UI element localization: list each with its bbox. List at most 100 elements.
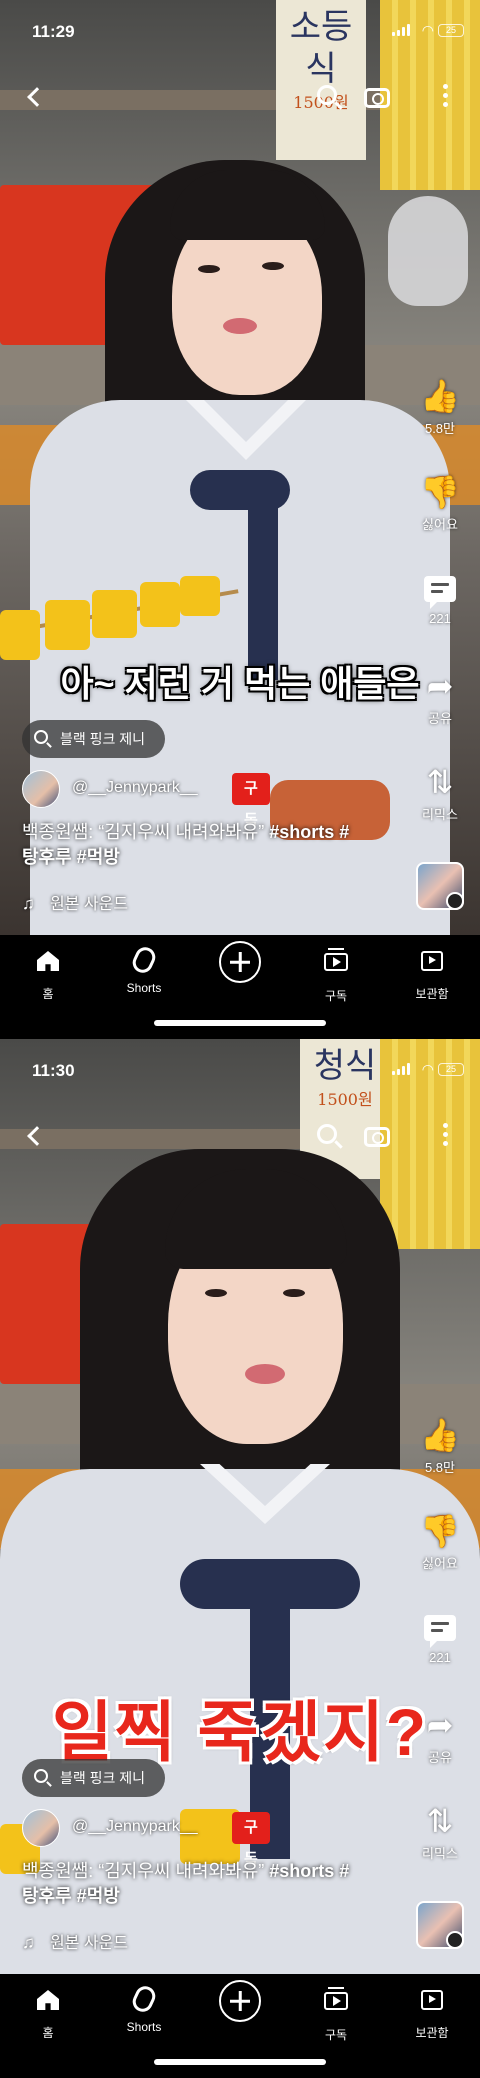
person-eye-left	[198, 265, 220, 273]
nav-create[interactable]	[192, 941, 288, 983]
shorts-screen-1: 소등식 1500원 11:29 ◠ 25 아~ 저런 거 먹는 애들은 👍 5.…	[0, 0, 480, 1039]
bottom-nav: 홈 Shorts 구독 보관함	[0, 935, 480, 1039]
dislike-label: 싫어요	[422, 1556, 458, 1571]
back-button[interactable]	[20, 82, 50, 112]
comment-button[interactable]: 221	[400, 570, 480, 626]
person-bangs	[170, 170, 325, 240]
dislike-icon: 👎	[420, 1513, 460, 1549]
channel-avatar[interactable]	[22, 1809, 60, 1847]
sound-thumbnail[interactable]	[416, 862, 464, 910]
search-suggestion-text: 블랙 핑크 제니	[60, 1770, 146, 1786]
share-label: 공유	[428, 711, 452, 726]
search-icon	[34, 1769, 48, 1783]
home-indicator	[154, 1020, 326, 1026]
dislike-label: 싫어요	[422, 517, 458, 532]
comment-button[interactable]: 221	[400, 1609, 480, 1665]
camera-button[interactable]	[364, 82, 394, 112]
sound-thumbnail[interactable]	[416, 1901, 464, 1949]
battery-icon: 25	[438, 24, 464, 37]
search-button[interactable]	[314, 1121, 344, 1151]
share-button[interactable]: ➦ 공유	[400, 1707, 480, 1766]
search-icon	[34, 730, 48, 744]
nav-library[interactable]: 보관함	[384, 945, 480, 1002]
comment-count: 221	[429, 1650, 451, 1665]
dislike-icon: 👎	[420, 474, 460, 510]
status-bar: 11:29 ◠ 25	[0, 0, 480, 41]
camera-icon	[364, 1127, 390, 1147]
video-title[interactable]: 백종원쌤: “김지우씨 내려와봐유” #shorts # 탕후루 #먹방	[22, 820, 402, 870]
comment-icon	[424, 1615, 456, 1648]
nav-home[interactable]: 홈	[0, 1984, 96, 2041]
background-bear-toy	[388, 196, 468, 306]
music-note-icon: ♫	[22, 894, 35, 913]
channel-name[interactable]: @__Jennypark__	[72, 1818, 198, 1836]
channel-avatar[interactable]	[22, 770, 60, 808]
share-icon: ➦	[426, 1707, 454, 1743]
remix-button[interactable]: ⇅ 리믹스	[400, 764, 480, 823]
tanghulu-fruit	[180, 576, 220, 616]
create-icon	[219, 941, 261, 983]
library-icon	[421, 1990, 443, 2010]
search-icon	[317, 85, 337, 105]
more-button[interactable]	[430, 1121, 460, 1151]
person-bow-tail	[248, 500, 278, 680]
share-label: 공유	[428, 1750, 452, 1765]
home-icon	[37, 1990, 59, 2010]
search-suggestion-pill[interactable]: 블랙 핑크 제니	[22, 1759, 166, 1797]
nav-library[interactable]: 보관함	[384, 1984, 480, 2041]
camera-icon	[364, 88, 390, 108]
sound-label: 원본 사운드	[50, 896, 129, 913]
nav-subscriptions[interactable]: 구독	[288, 945, 384, 1004]
like-count: 5.8만	[424, 421, 456, 436]
sound-row[interactable]: ♫ 원본 사운드	[22, 1929, 128, 1953]
back-icon	[27, 87, 47, 107]
subscribe-button[interactable]: 구독	[232, 773, 270, 829]
home-indicator	[154, 2059, 326, 2065]
remix-button[interactable]: ⇅ 리믹스	[400, 1803, 480, 1862]
remix-label: 리믹스	[422, 1846, 458, 1861]
subscriptions-icon	[324, 1987, 348, 2010]
sound-label: 원본 사운드	[50, 1935, 129, 1952]
status-time: 11:29	[32, 22, 75, 41]
comment-count: 221	[429, 611, 451, 626]
wifi-icon: ◠	[421, 22, 434, 38]
video-title[interactable]: 백종원쌤: “김지우씨 내려와봐유” #shorts # 탕후루 #먹방	[22, 1859, 402, 1909]
person-lips	[223, 318, 257, 334]
nav-create[interactable]	[192, 1980, 288, 2022]
share-icon: ➦	[426, 668, 454, 704]
person-eye-right	[283, 1289, 305, 1297]
camera-button[interactable]	[364, 1121, 394, 1151]
like-button[interactable]: 👍 5.8만	[400, 1417, 480, 1476]
subscribe-button[interactable]: 구독	[232, 1812, 270, 1868]
back-button[interactable]	[20, 1121, 50, 1151]
remix-icon: ⇅	[426, 1803, 454, 1839]
wifi-icon: ◠	[421, 1061, 434, 1077]
nav-shorts[interactable]: Shorts	[96, 943, 192, 995]
share-button[interactable]: ➦ 공유	[400, 668, 480, 727]
person-eye-left	[205, 1289, 227, 1297]
signal-icon	[392, 1063, 412, 1075]
search-suggestion-pill[interactable]: 블랙 핑크 제니	[22, 720, 166, 758]
channel-name[interactable]: @__Jennypark__	[72, 779, 198, 797]
nav-home[interactable]: 홈	[0, 945, 96, 1002]
search-button[interactable]	[314, 82, 344, 112]
more-button[interactable]	[430, 82, 460, 112]
home-icon	[37, 951, 59, 971]
person-lips	[245, 1364, 285, 1384]
battery-icon: 25	[438, 1063, 464, 1076]
nav-shorts[interactable]: Shorts	[96, 1982, 192, 2034]
like-button[interactable]: 👍 5.8만	[400, 378, 480, 437]
sound-row[interactable]: ♫ 원본 사운드	[22, 890, 128, 914]
back-icon	[27, 1126, 47, 1146]
status-bar: 11:30 ◠ 25	[0, 1039, 480, 1080]
dislike-button[interactable]: 👎 싫어요	[400, 1513, 480, 1572]
tanghulu-fruit	[45, 600, 90, 650]
music-note-icon: ♫	[22, 1933, 35, 1952]
nav-subscriptions[interactable]: 구독	[288, 1984, 384, 2043]
search-icon	[317, 1124, 337, 1144]
shorts-icon	[129, 943, 159, 977]
tanghulu-fruit	[0, 610, 40, 660]
bottom-nav: 홈 Shorts 구독 보관함	[0, 1974, 480, 2078]
status-time: 11:30	[32, 1061, 75, 1080]
dislike-button[interactable]: 👎 싫어요	[400, 474, 480, 533]
